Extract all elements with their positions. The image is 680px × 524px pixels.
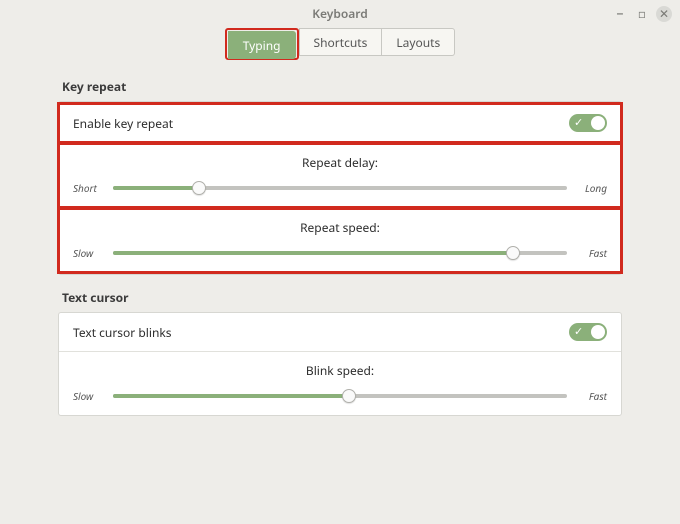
- section-heading-key-repeat: Key repeat: [62, 78, 622, 95]
- repeat-speed-slider[interactable]: [113, 246, 567, 260]
- window-title: Keyboard: [312, 5, 368, 22]
- check-icon: ✓: [574, 325, 583, 339]
- check-icon: ✓: [574, 116, 583, 130]
- close-icon[interactable]: ✕: [656, 6, 672, 22]
- blink-speed-title: Blink speed:: [59, 362, 621, 379]
- blink-speed-min-label: Slow: [73, 389, 105, 403]
- row-repeat-delay: Repeat delay: Short Long: [59, 144, 621, 207]
- switch-knob: [591, 116, 605, 130]
- section-heading-text-cursor: Text cursor: [62, 289, 622, 306]
- switch-knob: [591, 325, 605, 339]
- tab-shortcuts[interactable]: Shortcuts: [299, 28, 383, 56]
- content: Key repeat Enable key repeat ✓ Repeat de…: [0, 60, 680, 416]
- text-cursor-blinks-label: Text cursor blinks: [73, 324, 172, 341]
- row-enable-key-repeat: Enable key repeat ✓: [59, 104, 621, 142]
- maximize-icon[interactable]: ▫: [634, 6, 650, 22]
- enable-key-repeat-label: Enable key repeat: [73, 115, 173, 132]
- tab-layouts[interactable]: Layouts: [382, 28, 455, 56]
- enable-key-repeat-switch[interactable]: ✓: [569, 114, 607, 132]
- panel-text-cursor: Text cursor blinks ✓ Blink speed: Slow F…: [58, 312, 622, 416]
- blink-speed-slider[interactable]: [113, 389, 567, 403]
- highlight-box-tab: Typing: [225, 28, 299, 60]
- repeat-delay-max-label: Long: [575, 181, 607, 195]
- minimize-icon[interactable]: ‒: [612, 6, 628, 22]
- row-repeat-speed: Repeat speed: Slow Fast: [59, 209, 621, 272]
- repeat-delay-min-label: Short: [73, 181, 105, 195]
- text-cursor-blinks-switch[interactable]: ✓: [569, 323, 607, 341]
- repeat-speed-title: Repeat speed:: [59, 219, 621, 236]
- tab-typing[interactable]: Typing: [228, 31, 296, 59]
- repeat-delay-title: Repeat delay:: [59, 154, 621, 171]
- repeat-delay-slider[interactable]: [113, 181, 567, 195]
- panel-key-repeat: Enable key repeat ✓ Repeat delay: Short …: [58, 101, 622, 275]
- titlebar: Keyboard ‒ ▫ ✕: [0, 0, 680, 28]
- repeat-speed-max-label: Fast: [575, 246, 607, 260]
- row-blink-speed: Blink speed: Slow Fast: [59, 351, 621, 415]
- row-text-cursor-blinks: Text cursor blinks ✓: [59, 313, 621, 351]
- tabs: Typing Shortcuts Layouts: [0, 28, 680, 60]
- blink-speed-max-label: Fast: [575, 389, 607, 403]
- repeat-speed-min-label: Slow: [73, 246, 105, 260]
